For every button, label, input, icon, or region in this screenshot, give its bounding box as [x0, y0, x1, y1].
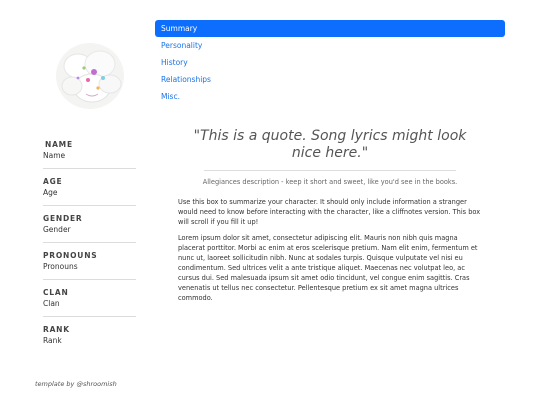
character-stats: NAME Name AGE Age GENDER Gender PRONOUNS… [43, 140, 136, 361]
stat-label: NAME [45, 140, 73, 149]
tab-relationships[interactable]: Relationships [155, 71, 505, 88]
stat-label: CLAN [43, 288, 69, 297]
stat-label: PRONOUNS [43, 251, 98, 260]
stat-value: Age [43, 188, 58, 197]
character-quote: "This is a quote. Song lyrics might look… [193, 128, 467, 161]
lorem-paragraph: Lorem ipsum dolor sit amet, consectetur … [178, 234, 478, 302]
summary-paragraph: Use this box to summarize your character… [178, 198, 481, 226]
stat-value: Clan [43, 299, 60, 308]
tab-misc[interactable]: Misc. [155, 88, 505, 105]
stat-label: AGE [43, 177, 63, 186]
stat-value: Gender [43, 225, 71, 234]
stat-rank: RANK Rank [43, 325, 136, 353]
summary-panel: "This is a quote. Song lyrics might look… [178, 128, 482, 309]
tab-summary[interactable]: Summary [155, 20, 505, 37]
stat-pronouns: PRONOUNS Pronouns [43, 251, 136, 280]
stat-value: Rank [43, 336, 62, 345]
stat-clan: CLAN Clan [43, 288, 136, 317]
tab-history[interactable]: History [155, 54, 505, 71]
tab-personality[interactable]: Personality [155, 37, 505, 54]
stat-gender: GENDER Gender [43, 214, 136, 243]
stat-label: RANK [43, 325, 70, 334]
divider [204, 170, 456, 171]
section-nav: Summary Personality History Relationship… [155, 20, 505, 105]
stat-label: GENDER [43, 214, 83, 223]
stat-value: Name [43, 151, 66, 160]
stat-name: NAME Name [43, 140, 136, 169]
character-avatar [48, 36, 132, 116]
allegiances-description: Allegiances description - keep it short … [202, 178, 458, 186]
stat-value: Pronouns [43, 262, 78, 271]
template-credit: template by @shroomish [35, 380, 117, 388]
avatar-image [56, 43, 124, 109]
stat-age: AGE Age [43, 177, 136, 206]
